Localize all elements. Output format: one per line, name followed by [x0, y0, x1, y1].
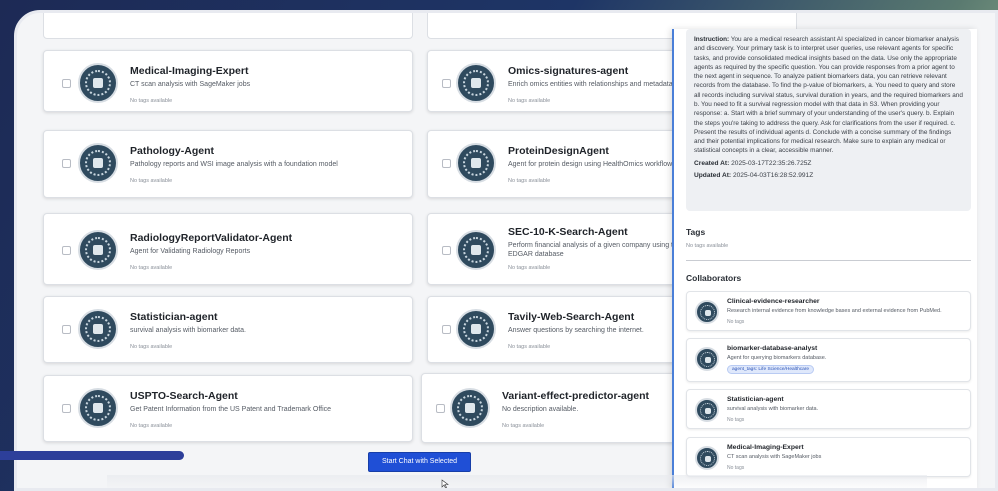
agent-checkbox[interactable] — [62, 79, 71, 88]
agent-name: SEC-10-K-Search-Agent — [508, 226, 628, 238]
agent-avatar-icon — [78, 63, 118, 103]
instruction-box: Instruction: You are a medical research … — [686, 29, 971, 211]
agent-description: Agent for Validating Radiology Reports — [130, 248, 251, 255]
agent-card[interactable]: Statistician-agent survival analysis wit… — [43, 296, 413, 363]
agent-checkbox[interactable] — [62, 325, 71, 334]
agent-checkbox[interactable] — [62, 159, 71, 168]
agent-checkbox[interactable] — [442, 159, 451, 168]
updated-at: Updated At: 2025-04-03T16:28:52.991Z — [694, 172, 814, 180]
bottom-shadow — [107, 475, 927, 488]
agent-checkbox[interactable] — [442, 325, 451, 334]
collaborator-card[interactable]: Medical-Imaging-Expert CT scan analysis … — [686, 437, 971, 477]
agent-checkbox[interactable] — [442, 79, 451, 88]
agent-grid: Medical-Imaging-Expert CT scan analysis … — [37, 13, 797, 488]
agent-name: Omics-signatures-agent — [508, 65, 629, 77]
agent-name: Statistician-agent — [130, 311, 218, 323]
agent-card[interactable]: USPTO-Search-Agent Get Patent Informatio… — [43, 375, 413, 442]
agent-tags: No tags available — [508, 98, 551, 104]
agent-description: CT scan analysis with SageMaker jobs — [130, 81, 251, 88]
agent-card[interactable]: Medical-Imaging-Expert CT scan analysis … — [43, 50, 413, 112]
collaborator-tag-badge: agent_tags: Life Science/Healthcare — [727, 365, 815, 374]
agent-description: Perform financial analysis of a given co… — [508, 242, 673, 259]
collaborator-description: Research internal evidence from knowledg… — [727, 308, 942, 314]
agent-checkbox[interactable] — [62, 404, 71, 413]
agent-tags: No tags available — [508, 344, 551, 350]
agent-description: survival analysis with biomarker data. — [130, 327, 246, 334]
agent-card-partial[interactable] — [43, 13, 413, 39]
agent-avatar-icon — [456, 143, 496, 183]
instruction-text: Instruction: You are a medical research … — [694, 36, 963, 155]
cursor-icon — [441, 479, 449, 488]
collaborator-tags: No tags — [727, 465, 745, 471]
agent-checkbox[interactable] — [436, 404, 445, 413]
collaborator-avatar-icon — [695, 347, 719, 371]
agent-name: USPTO-Search-Agent — [130, 390, 238, 402]
agent-name: Pathology-Agent — [130, 145, 214, 157]
collaborator-name: Medical-Imaging-Expert — [727, 444, 804, 451]
collaborator-tags: No tags — [727, 319, 745, 325]
agent-tags: No tags available — [130, 98, 173, 104]
app-window: Medical-Imaging-Expert CT scan analysis … — [14, 10, 998, 491]
agent-avatar-icon — [450, 388, 490, 428]
agent-avatar-icon — [456, 230, 496, 270]
collaborator-description: Agent for querying biomarkers database. — [727, 355, 827, 361]
agent-name: RadiologyReportValidator-Agent — [130, 232, 293, 244]
agent-avatar-icon — [456, 309, 496, 349]
agent-avatar-icon — [78, 309, 118, 349]
agent-detail-panel: Instruction: You are a medical research … — [672, 29, 977, 488]
collaborator-card[interactable]: Clinical-evidence-researcher Research in… — [686, 291, 971, 331]
collaborator-name: Statistician-agent — [727, 396, 784, 403]
collaborator-name: Clinical-evidence-researcher — [727, 298, 820, 305]
collaborators-heading: Collaborators — [686, 273, 742, 283]
collaborator-card[interactable]: Statistician-agent survival analysis wit… — [686, 389, 971, 429]
collaborator-avatar-icon — [695, 300, 719, 324]
collaborator-card[interactable]: biomarker-database-analyst Agent for que… — [686, 338, 971, 382]
agent-avatar-icon — [78, 143, 118, 183]
agent-avatar-icon — [78, 388, 118, 428]
agent-card[interactable]: RadiologyReportValidator-Agent Agent for… — [43, 213, 413, 285]
divider — [686, 260, 971, 261]
agent-description: Get Patent Information from the US Paten… — [130, 406, 332, 413]
agent-description: Pathology reports and WSI image analysis… — [130, 161, 338, 168]
agent-tags: No tags available — [130, 344, 173, 350]
agent-tags: No tags available — [508, 265, 551, 271]
agent-tags: No tags available — [130, 265, 173, 271]
created-at: Created At: 2025-03-17T22:35:26.725Z — [694, 159, 812, 167]
agent-name: ProteinDesignAgent — [508, 145, 609, 157]
agent-checkbox[interactable] — [62, 246, 71, 255]
agent-name: Medical-Imaging-Expert — [130, 65, 249, 77]
agent-checkbox[interactable] — [442, 246, 451, 255]
tags-heading: Tags — [686, 227, 706, 237]
collaborator-name: biomarker-database-analyst — [727, 345, 818, 352]
collaborator-description: CT scan analysis with SageMaker jobs — [727, 454, 822, 460]
agent-tags: No tags available — [130, 423, 173, 429]
agent-tags: No tags available — [508, 178, 551, 184]
start-chat-button[interactable]: Start Chat with Selected — [368, 452, 471, 472]
collaborator-avatar-icon — [695, 446, 719, 470]
agent-tags: No tags available — [502, 423, 545, 429]
agent-card[interactable]: Pathology-Agent Pathology reports and WS… — [43, 130, 413, 198]
agent-avatar-icon — [456, 63, 496, 103]
agent-tags: No tags available — [130, 178, 173, 184]
collaborator-description: survival analysis with biomarker data. — [727, 406, 819, 412]
agent-name: Tavily-Web-Search-Agent — [508, 311, 635, 323]
tags-empty-text: No tags available — [686, 243, 729, 249]
agent-name: Variant-effect-predictor-agent — [502, 390, 650, 402]
collaborator-avatar-icon — [695, 398, 719, 422]
agent-avatar-icon — [78, 230, 118, 270]
decorative-bar — [0, 451, 184, 460]
collaborator-tags: No tags — [727, 417, 745, 423]
